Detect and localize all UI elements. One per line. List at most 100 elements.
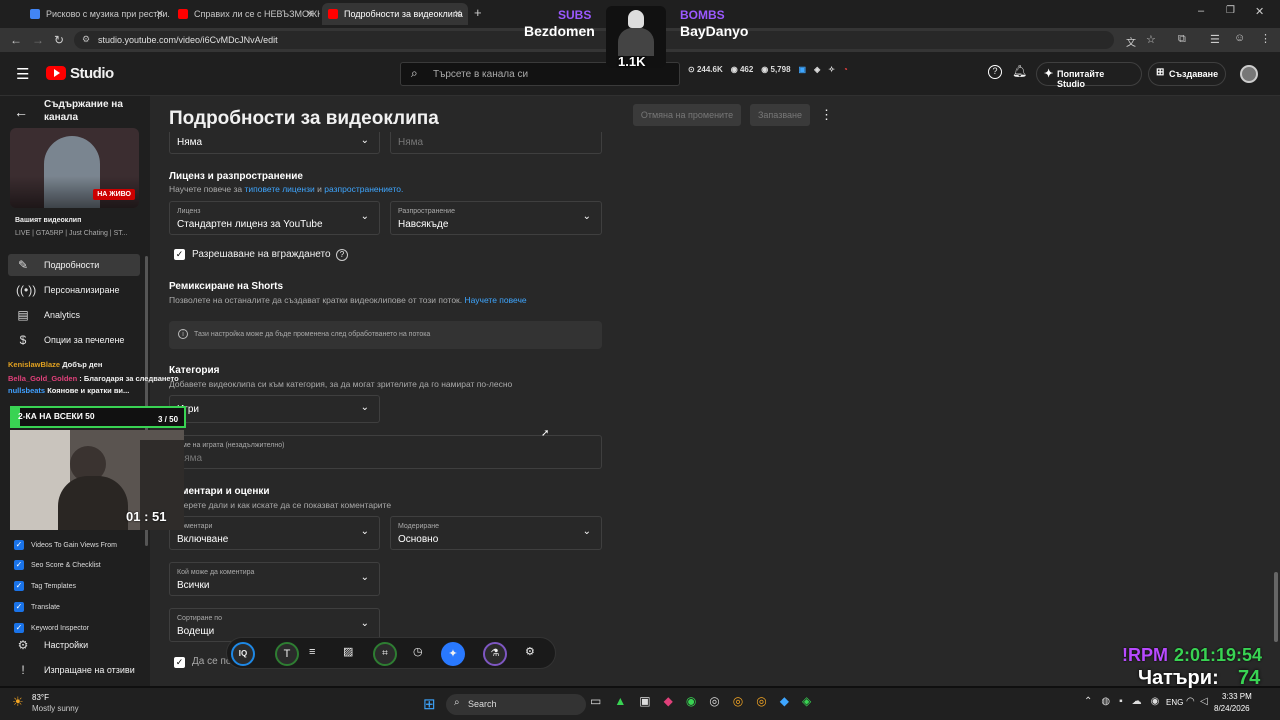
notifications-icon[interactable]: 🔔︎ [1012,64,1027,78]
youtube-logo-icon[interactable] [46,66,66,80]
file-explorer-icon[interactable]: ▭ [590,694,601,708]
clock-date[interactable]: 8/24/2026 [1214,704,1250,713]
reload-icon[interactable]: ↻ [54,33,64,47]
app-icon[interactable]: ▲ [614,694,626,708]
app-icon[interactable]: ◆ [780,694,789,708]
account-avatar[interactable] [1240,65,1258,83]
chevron-down-icon: ⌄ [360,211,369,222]
browser-tab-active[interactable]: Подробности за видеоклипа ✕ [322,3,468,25]
sidebar-item-monetization[interactable]: $ Опции за печелене [8,329,140,351]
game-name-input[interactable]: Име на играта (незадължително) Няма [169,435,602,469]
main-scrollbar[interactable] [1274,572,1278,642]
extension-item[interactable]: ✓ Translate [14,602,60,612]
show-likes-checkbox[interactable]: ✓ [174,657,185,668]
language-indicator[interactable]: ENG [1166,698,1183,707]
learn-more-link[interactable]: Научете повече [465,295,527,305]
thumbnail-icon[interactable]: ▨ [343,645,353,658]
maximize-icon[interactable]: ❐ [1226,5,1235,16]
comments-select[interactable]: Коментари Включване ⌄ [169,516,380,550]
extension-icon[interactable]: ◈ [814,65,820,74]
studio-logo-text[interactable]: Studio [70,65,114,82]
chrome-icon[interactable]: ◎ [733,694,743,708]
description-icon[interactable]: ≡ [309,646,315,658]
alert-icon[interactable]: ◔ [843,65,848,74]
create-button[interactable]: ⊞ Създаване [1148,62,1226,86]
tray-app-icon[interactable]: ◍ [1101,696,1110,707]
minimize-icon[interactable]: – [1198,5,1204,17]
close-icon[interactable]: ✕ [454,9,462,20]
new-tab-icon[interactable]: + [474,5,482,20]
ai-sparkle-icon[interactable]: ✦ [441,642,465,666]
flask-icon[interactable]: ⚗ [483,642,507,666]
app-icon[interactable]: ◎ [709,694,719,708]
pin-icon[interactable]: ✧ [828,65,835,74]
browser-tab[interactable]: Справих ли се с НЕВЪЗМОЖН... ✕ [172,3,320,25]
extension-item[interactable]: ✓ Tag Templates [14,581,76,591]
back-arrow-icon[interactable]: ← [14,104,28,120]
close-icon[interactable]: ✕ [306,9,314,20]
app-icon[interactable]: ◆ [664,694,673,708]
moderation-select[interactable]: Модериране Основно ⌄ [390,516,602,550]
app-icon[interactable]: ◈ [802,694,811,708]
back-icon[interactable]: ← [10,33,22,47]
title-icon[interactable]: T [275,642,299,666]
save-button[interactable]: Запазване [750,104,810,126]
tray-app-icon[interactable]: ☁ [1132,696,1142,707]
clock-icon[interactable]: ◷ [413,645,423,658]
browser-tab[interactable]: Рисково с музика при рестри... ✕ [24,3,170,25]
translate-icon[interactable]: 文 [1126,34,1136,49]
extension-item[interactable]: ✓ Seo Score & Checklist [14,560,101,570]
sidebar-item-label: Настройки [44,640,89,650]
license-types-link[interactable]: типовете лицензи [245,184,315,194]
reading-list-icon[interactable]: ☰ [1210,33,1220,46]
video-thumbnail[interactable]: НА ЖИВО [10,128,139,208]
clock-time[interactable]: 3:33 PM [1222,692,1252,701]
tray-app-icon[interactable]: ▪ [1119,696,1123,707]
category-select[interactable]: Игри ⌄ [169,395,380,423]
app-icon[interactable]: ◉ [686,694,696,708]
weather-icon[interactable]: ☀ [12,694,24,710]
forward-icon[interactable]: → [32,33,44,47]
top-select[interactable]: Няма ⌄ [169,132,380,154]
help-icon[interactable]: ? [988,65,1002,79]
profile-icon[interactable]: ☺ [1234,32,1245,44]
category-description: Добавете видеоклипа си към категория, за… [169,379,513,389]
site-info-icon[interactable]: ⚙ [82,34,90,45]
sidebar-item-analytics[interactable]: ▤ Analytics [8,304,140,326]
sidebar-item-customize[interactable]: ((•)) Персонализиране [8,279,140,301]
gear-icon[interactable]: ⚙ [525,645,535,658]
sidebar-item-settings[interactable]: ⚙ Настройки [8,634,140,656]
distribution-link[interactable]: разпространението. [324,184,403,194]
chevron-down-icon: ⌄ [360,618,369,629]
who-can-comment-select[interactable]: Кой може да коментира Всички ⌄ [169,562,380,596]
tray-chevron-icon[interactable]: ⌃ [1084,696,1092,707]
hamburger-menu-icon[interactable]: ☰ [16,65,29,83]
windows-start-icon[interactable]: ⊞ [423,695,436,713]
more-options-icon[interactable]: ⋮ [820,107,833,123]
license-select[interactable]: Лиценз Стандартен лиценз за YouTube ⌄ [169,201,380,235]
sidebar-item-details[interactable]: ✎ Подробности [8,254,140,276]
wifi-icon[interactable]: ◠ [1186,696,1195,707]
chrome-icon[interactable]: ◎ [756,694,766,708]
bookmark-star-icon[interactable]: ☆ [1146,33,1156,46]
iq-icon[interactable]: IQ [231,642,255,666]
sidebar-item-feedback[interactable]: ! Изпращане на отзиви [8,659,140,681]
close-window-icon[interactable]: ✕ [1255,5,1264,18]
ask-studio-button[interactable]: ✦ Попитайте Studio [1036,62,1142,89]
taskbar-search[interactable]: ⌕ Search [446,694,586,715]
extension-item[interactable]: ✓ Keyword Inspector [14,623,89,633]
help-icon[interactable]: ? [336,249,348,261]
extension-badge-icon[interactable]: ▣ [799,65,807,74]
undo-changes-button[interactable]: Отмяна на промените [633,104,741,126]
top-field[interactable]: Няма [390,132,602,154]
distribution-select[interactable]: Разпространение Навсякъде ⌄ [390,201,602,235]
volume-icon[interactable]: ◁ [1200,696,1208,707]
embed-checkbox[interactable]: ✓ [174,249,185,260]
extensions-icon[interactable]: ⧉ [1178,33,1186,46]
menu-dots-icon[interactable]: ⋮ [1260,32,1271,45]
app-icon[interactable]: ▣ [639,694,650,708]
tray-app-icon[interactable]: ◉ [1151,696,1160,707]
tags-icon[interactable]: ⌗ [373,642,397,666]
close-icon[interactable]: ✕ [156,9,164,20]
extension-item[interactable]: ✓ Videos To Gain Views From [14,540,117,550]
